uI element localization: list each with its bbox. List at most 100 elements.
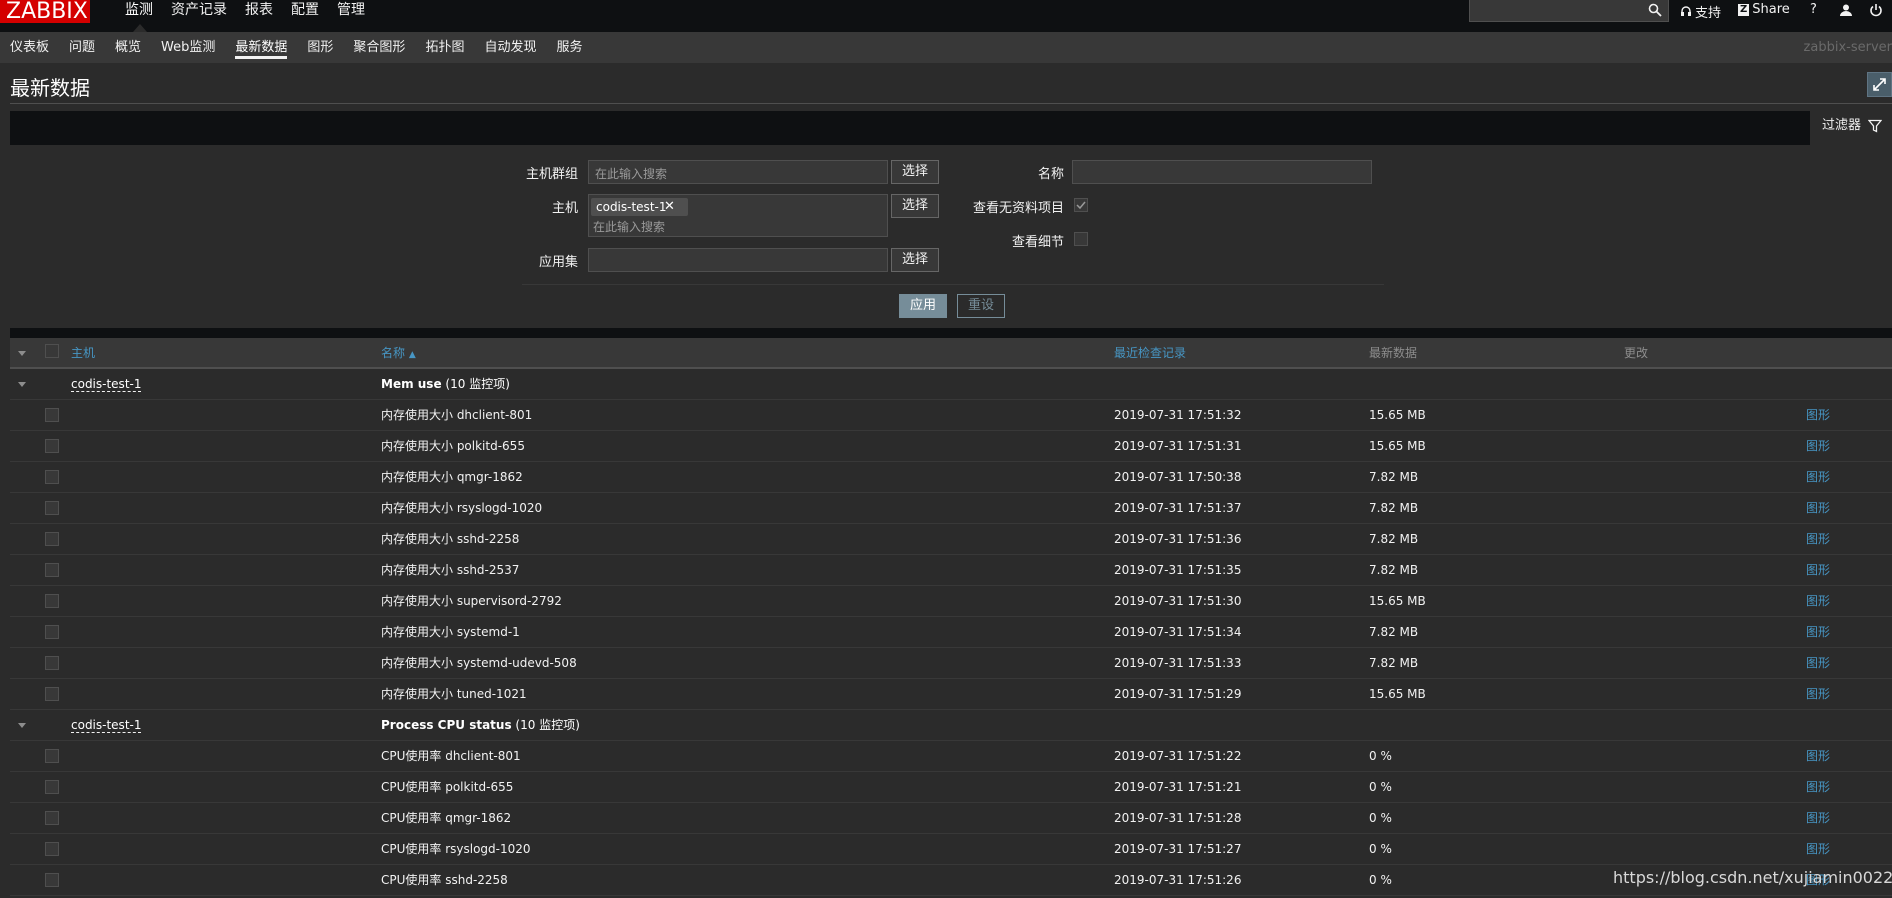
- item-name: CPU使用率 dhclient-801: [381, 749, 521, 763]
- item-checkbox[interactable]: [45, 842, 59, 856]
- remove-tag-icon[interactable]: ✕: [664, 200, 675, 214]
- collapse-group-icon[interactable]: [18, 382, 26, 387]
- item-row: CPU使用率 sshd-2258 2019-07-31 17:51:26 0 % 图形: [10, 865, 1892, 896]
- item-checkbox[interactable]: [45, 656, 59, 670]
- subnav-services[interactable]: 服务: [546, 32, 592, 63]
- host-select-button[interactable]: 选择: [891, 194, 939, 218]
- item-checkbox[interactable]: [45, 749, 59, 763]
- item-checkbox[interactable]: [45, 873, 59, 887]
- host-group-input[interactable]: 在此输入搜索: [588, 160, 888, 184]
- top-bar: ZABBIX 监测 资产记录 报表 配置 管理 支持 Z Share ?: [0, 0, 1892, 32]
- graph-link[interactable]: 图形: [1806, 617, 1830, 648]
- graph-link[interactable]: 图形: [1806, 834, 1830, 865]
- graph-link[interactable]: 图形: [1806, 648, 1830, 679]
- item-checkbox[interactable]: [45, 501, 59, 515]
- subnav-overview[interactable]: 概览: [105, 32, 151, 63]
- subnav-latest-data[interactable]: 最新数据: [225, 32, 297, 63]
- item-last-check: 2019-07-31 17:51:21: [1114, 780, 1242, 794]
- collapse-all-icon[interactable]: [18, 351, 26, 356]
- application-input[interactable]: [588, 248, 888, 272]
- item-name: 内存使用大小 rsyslogd-1020: [381, 501, 543, 515]
- item-row: 内存使用大小 dhclient-801 2019-07-31 17:51:32 15…: [10, 400, 1892, 431]
- item-name: CPU使用率 qmgr-1862: [381, 811, 512, 825]
- show-no-data-checkbox[interactable]: [1074, 198, 1088, 212]
- host-label: 主机: [551, 201, 578, 216]
- item-checkbox[interactable]: [45, 408, 59, 422]
- item-row: CPU使用率 rsyslogd-1020 2019-07-31 17:51:27 0…: [10, 834, 1892, 865]
- item-row: CPU使用率 dhclient-801 2019-07-31 17:51:22 0 …: [10, 741, 1892, 772]
- subnav-discovery[interactable]: 自动发现: [474, 32, 546, 63]
- graph-link[interactable]: 图形: [1806, 493, 1830, 524]
- graph-link[interactable]: 图形: [1806, 431, 1830, 462]
- name-input[interactable]: [1072, 160, 1372, 184]
- subnav-maps[interactable]: 拓扑图: [415, 32, 474, 63]
- application-select-button[interactable]: 选择: [891, 248, 939, 272]
- graph-link[interactable]: 图形: [1806, 462, 1830, 493]
- user-profile-icon[interactable]: [1839, 3, 1853, 17]
- item-checkbox[interactable]: [45, 625, 59, 639]
- col-last-check[interactable]: 最近检查记录: [1114, 338, 1186, 369]
- main-nav-configuration[interactable]: 配置: [282, 0, 328, 20]
- graph-link[interactable]: 图形: [1806, 741, 1830, 772]
- graph-link[interactable]: 图形: [1806, 803, 1830, 834]
- main-nav: 监测 资产记录 报表 配置 管理: [116, 0, 374, 20]
- graph-link[interactable]: 图形: [1806, 524, 1830, 555]
- item-checkbox[interactable]: [45, 439, 59, 453]
- main-nav-monitoring[interactable]: 监测: [116, 0, 162, 20]
- graph-link[interactable]: 图形: [1806, 555, 1830, 586]
- fullscreen-button[interactable]: [1867, 72, 1892, 97]
- logout-icon[interactable]: [1869, 3, 1883, 17]
- subnav-problems[interactable]: 问题: [59, 32, 105, 63]
- item-last-check: 2019-07-31 17:51:26: [1114, 873, 1242, 887]
- apply-button[interactable]: 应用: [899, 294, 947, 318]
- show-details-checkbox[interactable]: [1074, 232, 1088, 246]
- reset-button[interactable]: 重设: [957, 294, 1005, 318]
- item-checkbox[interactable]: [45, 811, 59, 825]
- graph-link[interactable]: 图形: [1806, 586, 1830, 617]
- subnav-screens[interactable]: 聚合图形: [343, 32, 415, 63]
- host-group-label: 主机群组: [525, 167, 578, 182]
- search-icon[interactable]: [1648, 3, 1662, 17]
- subnav-web[interactable]: Web监测: [151, 32, 225, 63]
- graph-link[interactable]: 图形: [1806, 772, 1830, 803]
- item-name: CPU使用率 polkitd-655: [381, 780, 514, 794]
- share-z-icon: Z: [1738, 3, 1750, 16]
- item-last-value: 7.82 MB: [1369, 470, 1419, 484]
- item-last-check: 2019-07-31 17:51:30: [1114, 594, 1242, 608]
- subnav-graphs[interactable]: 图形: [297, 32, 343, 63]
- item-checkbox[interactable]: [45, 470, 59, 484]
- subnav-dashboard[interactable]: 仪表板: [0, 32, 59, 63]
- item-last-check: 2019-07-31 17:51:32: [1114, 408, 1242, 422]
- support-link[interactable]: 支持: [1680, 2, 1721, 21]
- filter-bottom-band: [10, 328, 1892, 338]
- host-group-select-button[interactable]: 选择: [891, 160, 939, 184]
- application-label: 应用集: [538, 255, 578, 270]
- item-checkbox[interactable]: [45, 563, 59, 577]
- col-host[interactable]: 主机: [71, 338, 95, 369]
- col-last-value: 最新数据: [1369, 346, 1418, 360]
- item-checkbox[interactable]: [45, 532, 59, 546]
- select-all-checkbox[interactable]: [45, 344, 59, 358]
- host-search-placeholder[interactable]: 在此输入搜索: [593, 218, 665, 235]
- help-icon[interactable]: ?: [1810, 2, 1817, 17]
- server-name: zabbix-server: [1803, 40, 1892, 55]
- main-nav-administration[interactable]: 管理: [328, 0, 374, 20]
- graph-link[interactable]: 图形: [1806, 679, 1830, 710]
- graph-link[interactable]: 图形: [1806, 400, 1830, 431]
- show-details-label: 查看细节: [1011, 235, 1064, 250]
- global-search-input[interactable]: [1469, 0, 1669, 22]
- share-link[interactable]: Z Share: [1738, 2, 1790, 17]
- item-last-value: 0 %: [1369, 873, 1392, 887]
- main-nav-inventory[interactable]: 资产记录: [162, 0, 236, 20]
- host-link[interactable]: codis-test-1: [71, 718, 142, 733]
- col-name[interactable]: 名称 ▲: [381, 338, 416, 371]
- item-last-check: 2019-07-31 17:50:38: [1114, 470, 1242, 484]
- host-link[interactable]: codis-test-1: [71, 377, 142, 392]
- zabbix-logo[interactable]: ZABBIX: [0, 0, 90, 23]
- item-name: 内存使用大小 systemd-udevd-508: [381, 656, 577, 670]
- item-checkbox[interactable]: [45, 780, 59, 794]
- item-checkbox[interactable]: [45, 594, 59, 608]
- item-checkbox[interactable]: [45, 687, 59, 701]
- main-nav-reports[interactable]: 报表: [236, 0, 282, 20]
- collapse-group-icon[interactable]: [18, 723, 26, 728]
